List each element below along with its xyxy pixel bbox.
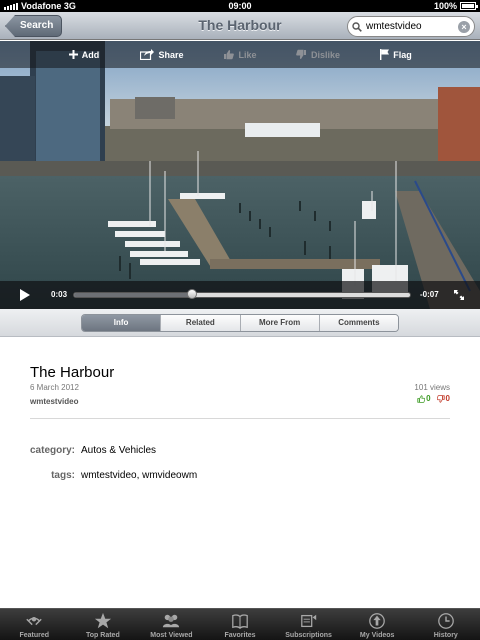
video-title: The Harbour (30, 364, 115, 381)
like-count-value: 0 (426, 394, 431, 403)
search-icon (352, 21, 362, 32)
share-label: Share (158, 49, 184, 60)
search-box[interactable]: × (347, 16, 475, 37)
segment-related[interactable]: Related (160, 315, 240, 331)
like-count: 0 (417, 394, 431, 403)
tab-my-videos[interactable]: My Videos (343, 609, 412, 640)
segmented-control: Info Related More From Comments (81, 314, 399, 332)
plus-icon (68, 50, 78, 59)
like-button[interactable]: Like (201, 49, 279, 60)
video-player[interactable]: Add Share Like Dislike Flag 0:03 -0:07 (0, 41, 480, 309)
tab-label: My Videos (359, 632, 395, 639)
flag-icon (380, 49, 390, 60)
upload-date: 6 March 2012 (30, 383, 79, 392)
tags-value: wmtestvideo, wmvideowm (81, 470, 198, 481)
vote-counts: 0 0 (417, 394, 450, 403)
play-button[interactable] (20, 289, 30, 301)
divider (30, 418, 450, 419)
flag-label: Flag (393, 49, 412, 60)
category-value: Autos & Vehicles (81, 445, 157, 456)
battery-icon (460, 2, 478, 10)
author-link[interactable]: wmtestvideo (30, 397, 78, 406)
tab-label: History (433, 632, 458, 639)
my-videos-icon (369, 613, 386, 629)
video-action-toolbar: Add Share Like Dislike Flag (0, 41, 480, 68)
view-count: 101 views (414, 383, 450, 392)
thumbs-down-icon (296, 49, 306, 59)
playback-controls: 0:03 -0:07 (0, 281, 480, 309)
elapsed-time: 0:03 (51, 290, 68, 299)
tab-label: Favorites (224, 632, 256, 639)
tab-subscriptions[interactable]: Subscriptions (274, 609, 343, 640)
segment-more-from[interactable]: More From (239, 315, 319, 331)
dislike-label: Dislike (310, 49, 341, 60)
battery-status: 100% (433, 1, 478, 11)
add-button[interactable]: Add (45, 50, 123, 60)
dislike-count-value: 0 (445, 394, 450, 403)
add-label: Add (81, 49, 100, 60)
search-input[interactable] (366, 21, 456, 32)
thumbs-up-icon (417, 394, 426, 403)
tab-label: Most Viewed (150, 632, 193, 639)
tab-featured[interactable]: Featured (0, 609, 69, 640)
tab-favorites[interactable]: Favorites (206, 609, 275, 640)
remaining-time: -0:07 (420, 290, 439, 299)
subscriptions-icon (300, 614, 316, 628)
clear-search-button[interactable]: × (458, 20, 470, 33)
progress-fill (74, 293, 192, 297)
scrubber-knob[interactable] (186, 289, 197, 299)
tab-top-rated[interactable]: Top Rated (69, 609, 138, 640)
fullscreen-icon[interactable] (454, 290, 464, 300)
tab-label: Featured (19, 632, 50, 639)
clock-icon (437, 613, 454, 629)
share-icon (140, 49, 155, 60)
star-icon (94, 612, 111, 629)
segment-comments[interactable]: Comments (318, 315, 398, 331)
tab-bar: Featured Top Rated Most Viewed Favorites Sub… (0, 608, 480, 640)
share-button[interactable]: Share (123, 49, 201, 60)
dislike-button[interactable]: Dislike (279, 49, 357, 60)
people-icon (163, 614, 180, 628)
like-label: Like (238, 49, 257, 60)
progress-scrubber[interactable] (73, 289, 411, 299)
tags-label: tags: (51, 470, 75, 481)
tab-label: Subscriptions (285, 632, 332, 639)
thumbs-up-icon (224, 50, 235, 60)
tab-label: Top Rated (86, 632, 120, 639)
battery-percent: 100% (433, 1, 457, 11)
thumbs-down-icon (436, 394, 445, 403)
segment-info[interactable]: Info (82, 315, 161, 331)
book-icon (232, 614, 248, 630)
tab-most-viewed[interactable]: Most Viewed (137, 609, 206, 640)
featured-icon (26, 616, 42, 626)
clock: 09:00 (228, 1, 252, 11)
dislike-count: 0 (436, 394, 450, 403)
flag-button[interactable]: Flag (357, 49, 435, 60)
tab-history[interactable]: History (411, 609, 480, 640)
status-bar: Vodafone 3G 09:00 100% (0, 0, 480, 12)
video-frame (0, 41, 480, 309)
category-label: category: (29, 445, 75, 456)
navigation-bar: Search The Harbour × (0, 12, 480, 40)
segment-bar: Info Related More From Comments (0, 309, 480, 337)
